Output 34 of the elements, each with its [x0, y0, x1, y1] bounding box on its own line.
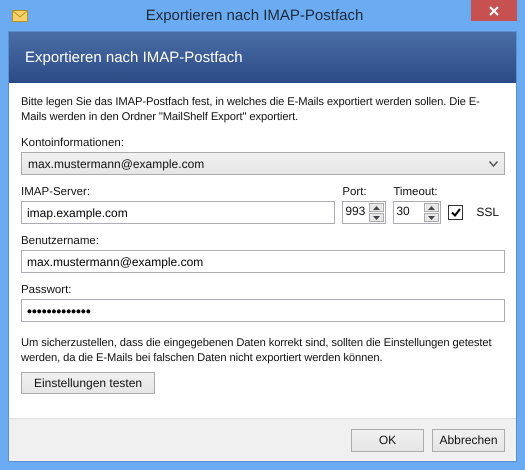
input-field[interactable]: imap.example.com [21, 201, 336, 224]
up-arrow-icon [428, 206, 436, 210]
field-label: Passwort: [21, 284, 72, 296]
chevron-down-icon [489, 160, 498, 166]
account-dropdown[interactable]: max.mustermann@example.com [21, 152, 505, 175]
note-text: Um sicherzustellen, dass die eingegebenen Daten korrekt sind, sollten die Einstellungen getestet werden, da die E-Mails bei falschen Daten nicht exportiert werden können. [21, 336, 493, 366]
password-field[interactable]: ••••••••••••• [21, 299, 505, 322]
field-label: Kontoinformationen: [21, 137, 125, 149]
spin-down-button[interactable] [369, 213, 384, 222]
field-label: Timeout: [393, 186, 439, 198]
spin-up-button[interactable] [369, 203, 384, 212]
checkmark-icon [450, 208, 461, 217]
checkbox-label: SSL [476, 205, 499, 219]
spin-field[interactable]: 30 [393, 201, 442, 224]
spin-field[interactable]: 993 [342, 201, 386, 224]
window-title: Exportieren nach IMAP-Postfach [144, 7, 364, 24]
field-label: Port: [342, 186, 368, 198]
field-label: Benutzername: [21, 235, 100, 247]
input-field[interactable]: max.mustermann@example.com [21, 250, 505, 273]
header-title: Exportieren nach IMAP-Postfach [25, 49, 243, 66]
description-text: Bitte legen Sie das IMAP-Postfach fest, in welches die E-Mails exportiert werden sollen. Die E-Mails werden in den Ordner "MailShelf Export" exportiert. [21, 95, 481, 125]
spin-up-button[interactable] [424, 203, 440, 212]
down-arrow-icon [428, 216, 436, 220]
close-button[interactable] [471, 0, 517, 21]
test-settings-button[interactable]: Einstellungen testen [21, 372, 156, 394]
up-arrow-icon [373, 206, 380, 210]
cancel-button[interactable]: Abbrechen [432, 428, 505, 452]
spin-down-button[interactable] [424, 213, 440, 222]
ssl-checkbox[interactable] [448, 205, 464, 220]
envelope-icon [12, 10, 28, 22]
field-label: IMAP-Server: [21, 186, 92, 198]
ok-button[interactable]: OK [351, 428, 424, 452]
close-icon [489, 6, 499, 16]
down-arrow-icon [373, 216, 380, 220]
